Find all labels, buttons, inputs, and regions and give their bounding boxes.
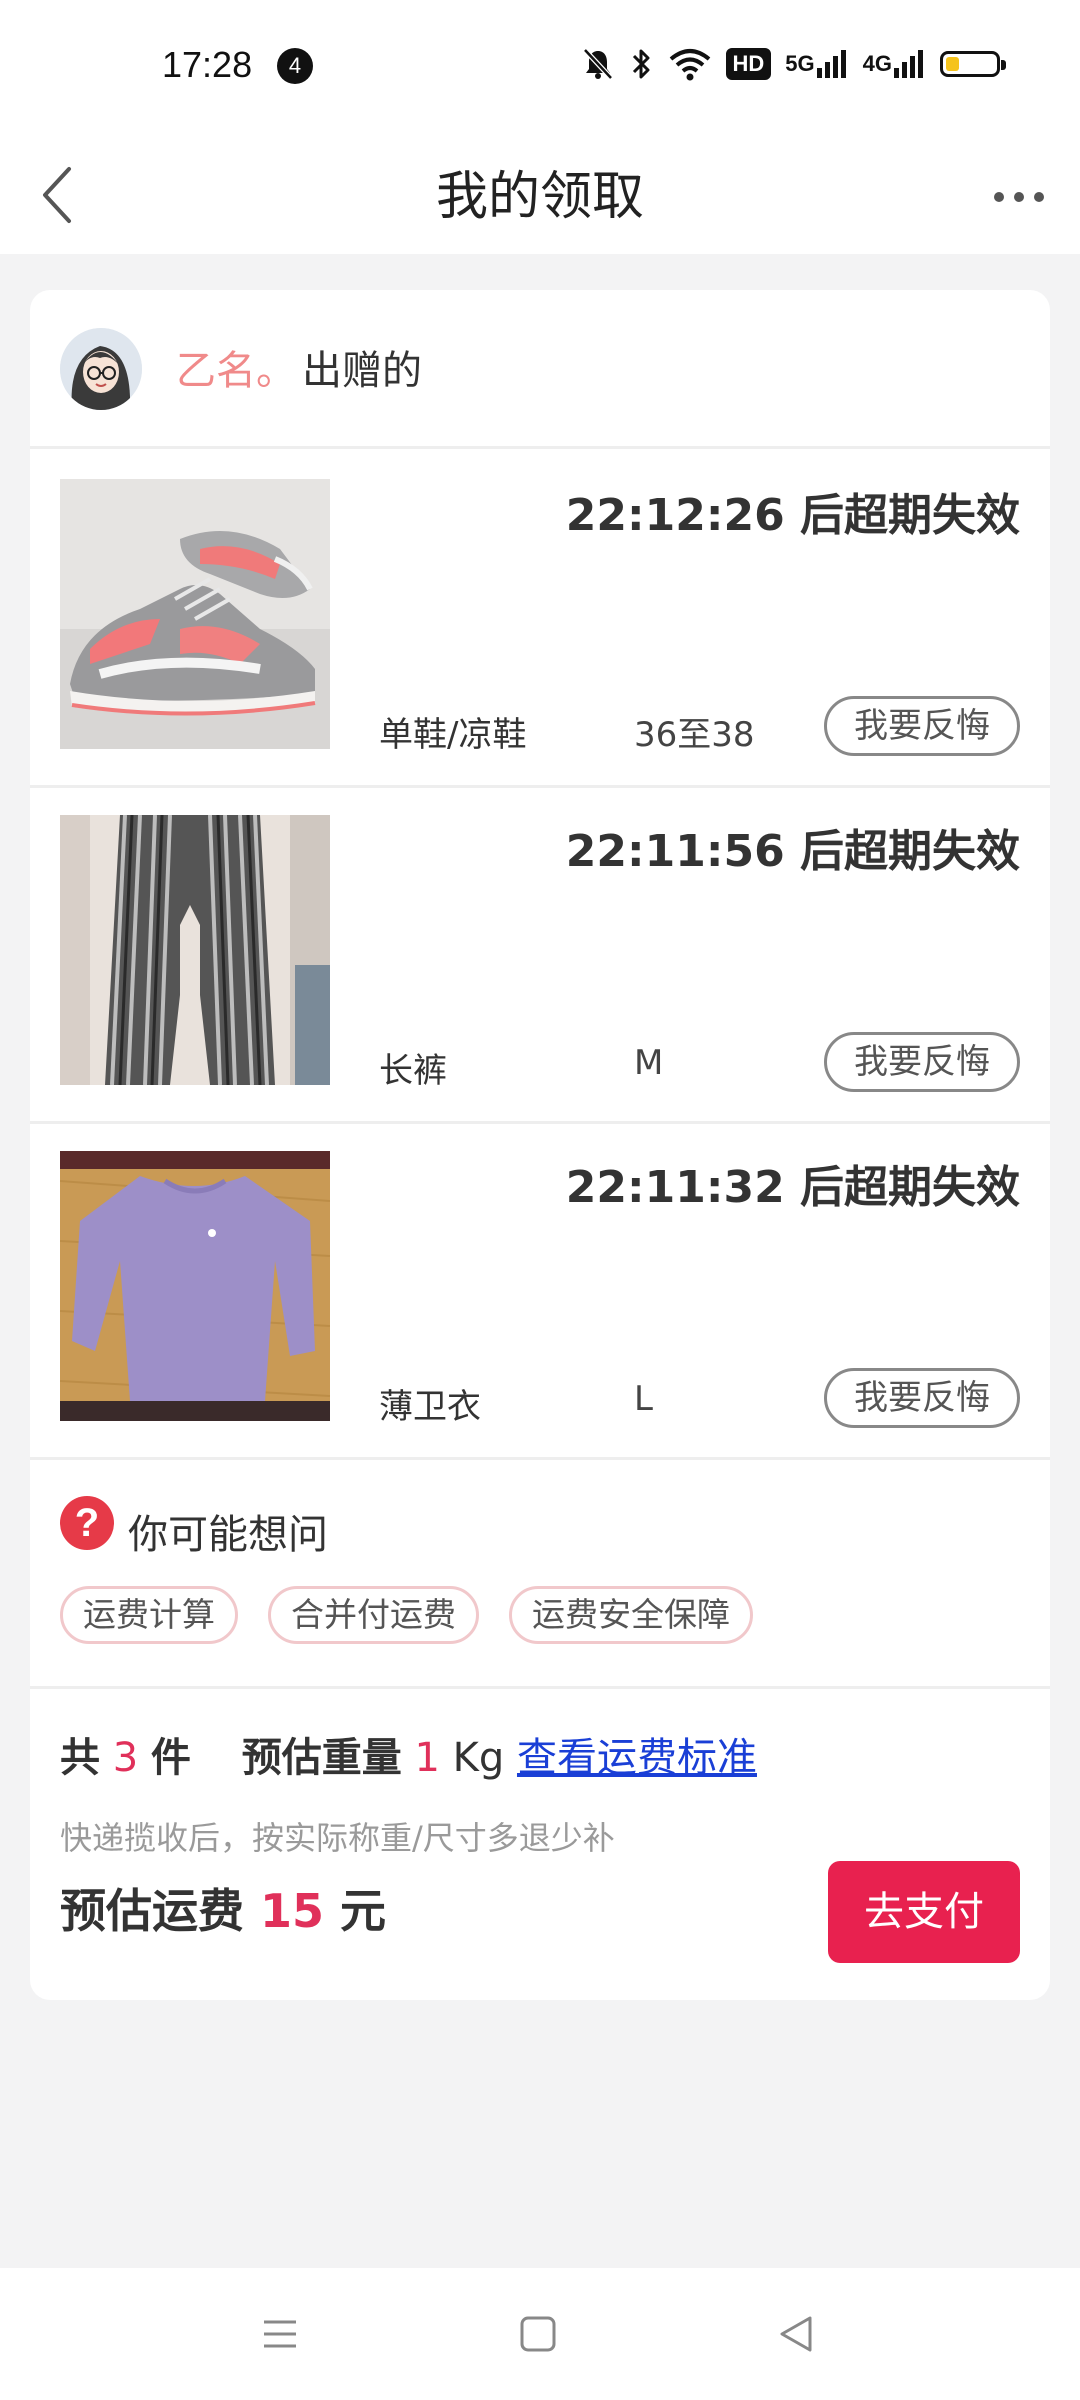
faq-tags: 运费计算 合并付运费 运费安全保障 [60, 1586, 753, 1644]
signal-4g-icon: 4G [863, 48, 926, 80]
regret-button[interactable]: 我要反悔 [824, 1032, 1020, 1092]
fee-unit: 元 [340, 1884, 387, 1938]
status-time: 17:28 [162, 44, 253, 85]
page-title: 我的领取 [435, 167, 644, 227]
battery-icon [940, 51, 1006, 77]
avatar[interactable] [60, 328, 142, 410]
faq-tag-shipping-safety[interactable]: 运费安全保障 [509, 1586, 753, 1644]
item-row[interactable]: 22:11:32 后超期失效 薄卫衣 L 我要反悔 [30, 1121, 1050, 1460]
item-photo-sneaker[interactable] [60, 479, 330, 749]
menu-icon [264, 2320, 296, 2348]
shipping-standard-link[interactable]: 查看运费标准 [517, 1735, 757, 1781]
item-countdown: 22:12:26 后超期失效 [565, 490, 1020, 541]
item-photo-pants[interactable] [60, 815, 330, 1085]
signal-5g-icon: 5G [785, 48, 848, 80]
item-countdown: 22:11:32 后超期失效 [565, 1162, 1020, 1213]
item-row[interactable]: 22:11:56 后超期失效 长裤 M 我要反悔 [30, 785, 1050, 1124]
system-nav-bar [0, 2268, 1080, 2400]
faq-tag-shipping-calc[interactable]: 运费计算 [60, 1586, 238, 1644]
status-bar: 17:28 4 HD 5G 4G [0, 0, 1080, 140]
weight-value: 1 [414, 1735, 440, 1781]
home-nav-button[interactable] [508, 2308, 568, 2360]
fee-line: 预估运费 15 元 [60, 1875, 386, 1941]
total-count: 3 [112, 1735, 139, 1781]
back-nav-button[interactable] [766, 2308, 826, 2360]
item-category: 长裤 [379, 1051, 447, 1091]
mute-bell-icon [580, 46, 616, 82]
faq-section: ? 你可能想问 运费计算 合并付运费 运费安全保障 [30, 1454, 1050, 1689]
summary-line: 共 3 件 预估重量 1 Kg 查看运费标准 [60, 1725, 757, 1783]
item-size: M [634, 1043, 664, 1083]
total-unit: 件 [150, 1735, 191, 1781]
hd-icon: HD [725, 48, 772, 80]
weight-label: 预估重量 [241, 1735, 402, 1781]
regret-button[interactable]: 我要反悔 [824, 696, 1020, 756]
shipping-note: 快递揽收后，按实际称重/尺寸多退少补 [60, 1819, 615, 1857]
app-header: 我的领取 [0, 140, 1080, 254]
wifi-icon [668, 47, 712, 81]
donor-name[interactable]: 乙名。 [176, 338, 296, 396]
item-category: 单鞋/凉鞋 [379, 715, 527, 755]
battery-level [946, 57, 959, 71]
item-category: 薄卫衣 [379, 1387, 481, 1427]
faq-title: 你可能想问 [128, 1512, 328, 1558]
item-size: 36至38 [634, 715, 755, 755]
menu-nav-button[interactable] [250, 2308, 310, 2360]
item-size: L [634, 1379, 653, 1419]
notification-count-badge: 4 [277, 48, 313, 84]
donor-suffix: 出赠的 [302, 348, 422, 394]
summary-section: 共 3 件 预估重量 1 Kg 查看运费标准 快递揽收后，按实际称重/尺寸多退少… [30, 1689, 1050, 2000]
claim-card: 乙名。 出赠的 22:12:26 后超期失效 单鞋/凉鞋 36至38 我要反悔 … [30, 290, 1050, 2000]
status-icons: HD 5G 4G [580, 46, 1006, 82]
item-photo-top[interactable] [60, 1151, 330, 1421]
bluetooth-icon [630, 46, 654, 82]
total-prefix: 共 [60, 1735, 100, 1781]
item-row[interactable]: 22:12:26 后超期失效 单鞋/凉鞋 36至38 我要反悔 [30, 449, 1050, 788]
more-button[interactable] [984, 162, 1054, 232]
regret-button[interactable]: 我要反悔 [824, 1368, 1020, 1428]
pay-button[interactable]: 去支付 [828, 1861, 1020, 1963]
fee-label: 预估运费 [60, 1884, 244, 1938]
faq-tag-combined-shipping[interactable]: 合并付运费 [268, 1586, 479, 1644]
donor-row[interactable]: 乙名。 出赠的 [30, 290, 1050, 449]
square-icon [520, 2316, 556, 2352]
triangle-back-icon [780, 2316, 812, 2352]
more-horizontal-icon [994, 192, 1044, 202]
weight-unit: Kg [452, 1735, 505, 1781]
fee-value: 15 [260, 1884, 325, 1938]
question-icon: ? [60, 1496, 114, 1550]
item-countdown: 22:11:56 后超期失效 [565, 826, 1020, 877]
